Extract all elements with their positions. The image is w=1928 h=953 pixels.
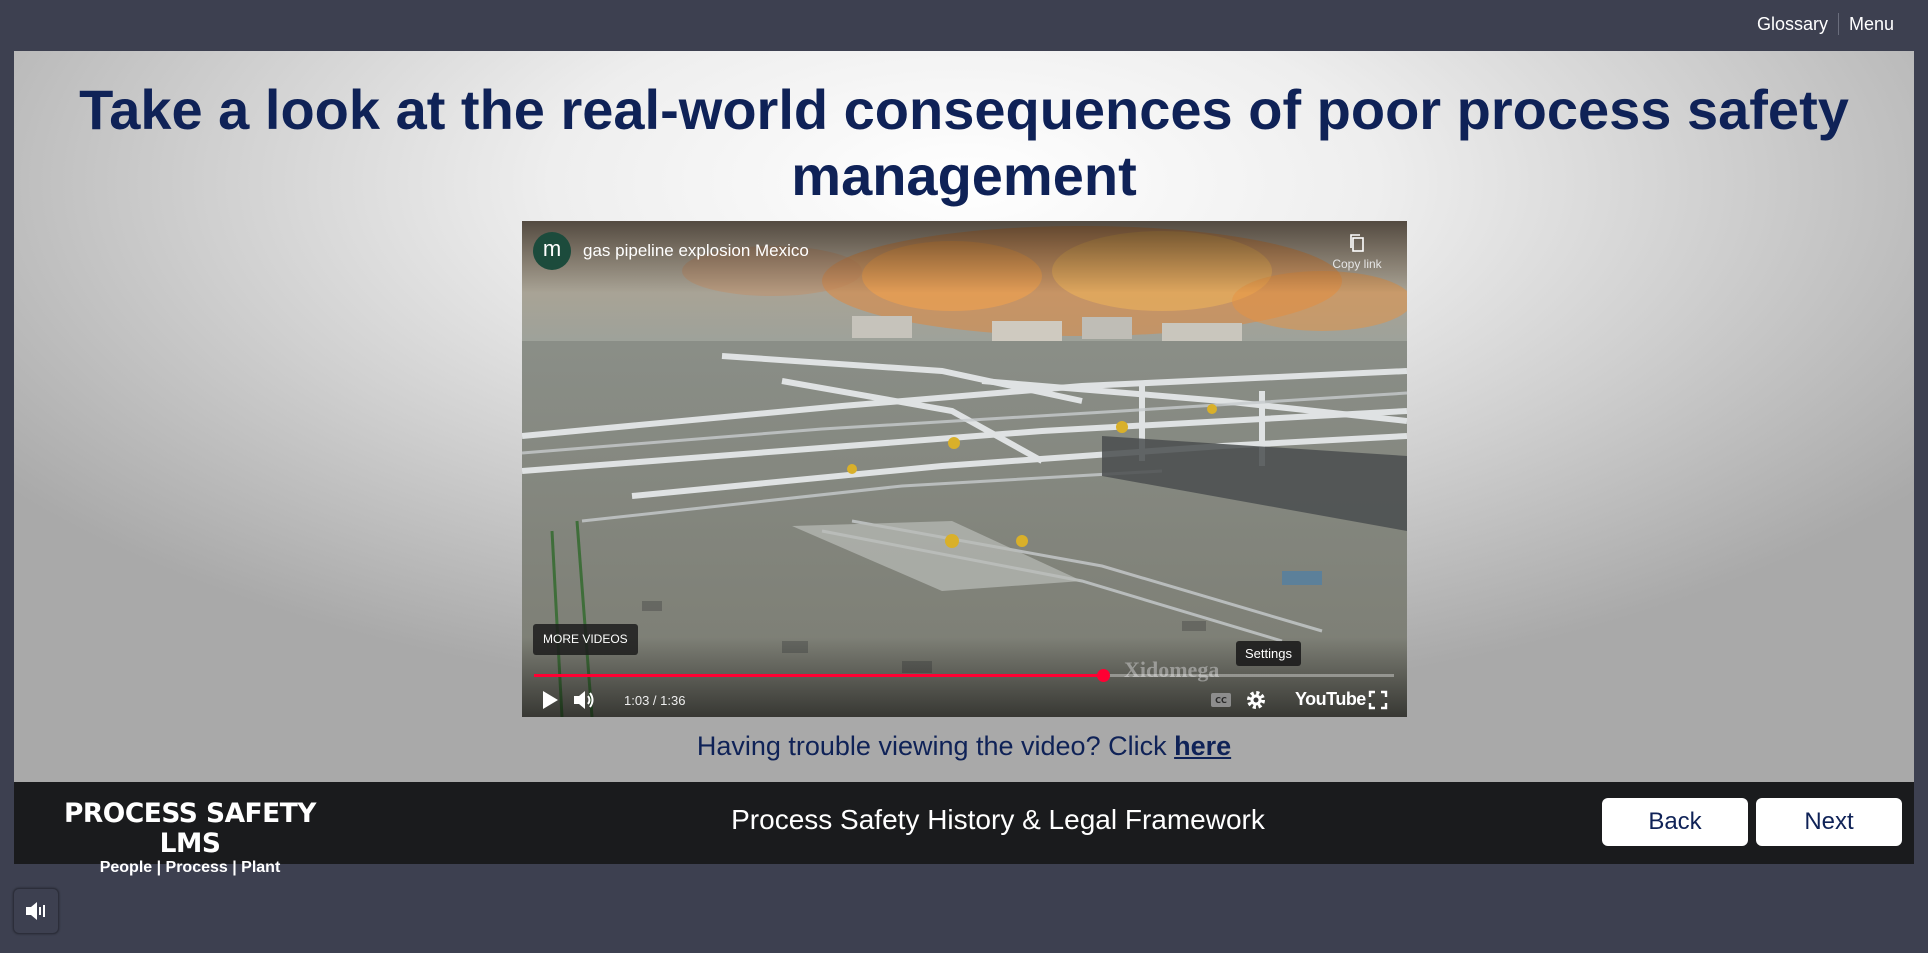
slide-title: Take a look at the real-world consequenc… <box>79 78 1849 207</box>
volume-button[interactable] <box>570 685 600 715</box>
brand-logo: PROCESS SAFETY LMS People | Process | Pl… <box>40 799 340 877</box>
progress-scrubber[interactable] <box>1096 669 1110 682</box>
copy-icon <box>1350 234 1364 252</box>
progress-played <box>534 674 1103 677</box>
video-player[interactable]: m gas pipeline explosion Mexico Copy lin… <box>522 221 1407 717</box>
video-watermark: Xidomega <box>1124 657 1220 682</box>
brand-logo-tagline: People | Process | Plant <box>99 859 281 876</box>
back-button[interactable]: Back <box>1602 798 1748 846</box>
channel-avatar[interactable]: m <box>533 232 571 270</box>
trouble-here-link[interactable]: here <box>1174 731 1231 761</box>
menu-link[interactable]: Menu <box>1839 14 1904 35</box>
copy-link-button[interactable]: Copy link <box>1327 233 1387 271</box>
glossary-link[interactable]: Glossary <box>1747 14 1838 35</box>
audio-toggle-button[interactable] <box>13 888 59 934</box>
fullscreen-icon <box>1368 690 1388 710</box>
fullscreen-button[interactable] <box>1364 685 1392 715</box>
footer-bar: PROCESS SAFETY LMS People | Process | Pl… <box>14 782 1914 876</box>
speaker-icon <box>26 902 45 920</box>
video-trouble-message: Having trouble viewing the video? Click … <box>14 731 1914 762</box>
svg-text:CC: CC <box>1215 696 1227 705</box>
youtube-logo[interactable]: YouTube <box>1295 689 1366 710</box>
more-videos-button[interactable]: MORE VIDEOS <box>533 624 638 655</box>
slide-stage: Take a look at the real-world consequenc… <box>14 51 1914 782</box>
gear-icon <box>1247 691 1265 709</box>
course-title: Process Safety History & Legal Framework <box>731 804 1265 835</box>
video-time: 1:03 / 1:36 <box>624 693 686 708</box>
top-nav: Glossary Menu <box>1747 13 1904 35</box>
copy-link-label: Copy link <box>1332 257 1382 271</box>
progress-bar[interactable] <box>534 669 1394 682</box>
play-icon <box>543 691 558 709</box>
brand-logo-title: PROCESS SAFETY LMS <box>64 798 316 859</box>
top-bar: Glossary Menu <box>0 0 1928 51</box>
trouble-text: Having trouble viewing the video? Click <box>696 731 1175 761</box>
settings-tooltip: Settings <box>1236 641 1301 666</box>
next-button[interactable]: Next <box>1756 798 1902 846</box>
captions-icon: CC <box>1211 693 1231 707</box>
volume-icon <box>574 691 594 709</box>
settings-button[interactable] <box>1242 685 1270 715</box>
captions-button[interactable]: CC <box>1208 685 1234 715</box>
play-button[interactable] <box>536 685 564 715</box>
video-title[interactable]: gas pipeline explosion Mexico <box>583 241 809 261</box>
